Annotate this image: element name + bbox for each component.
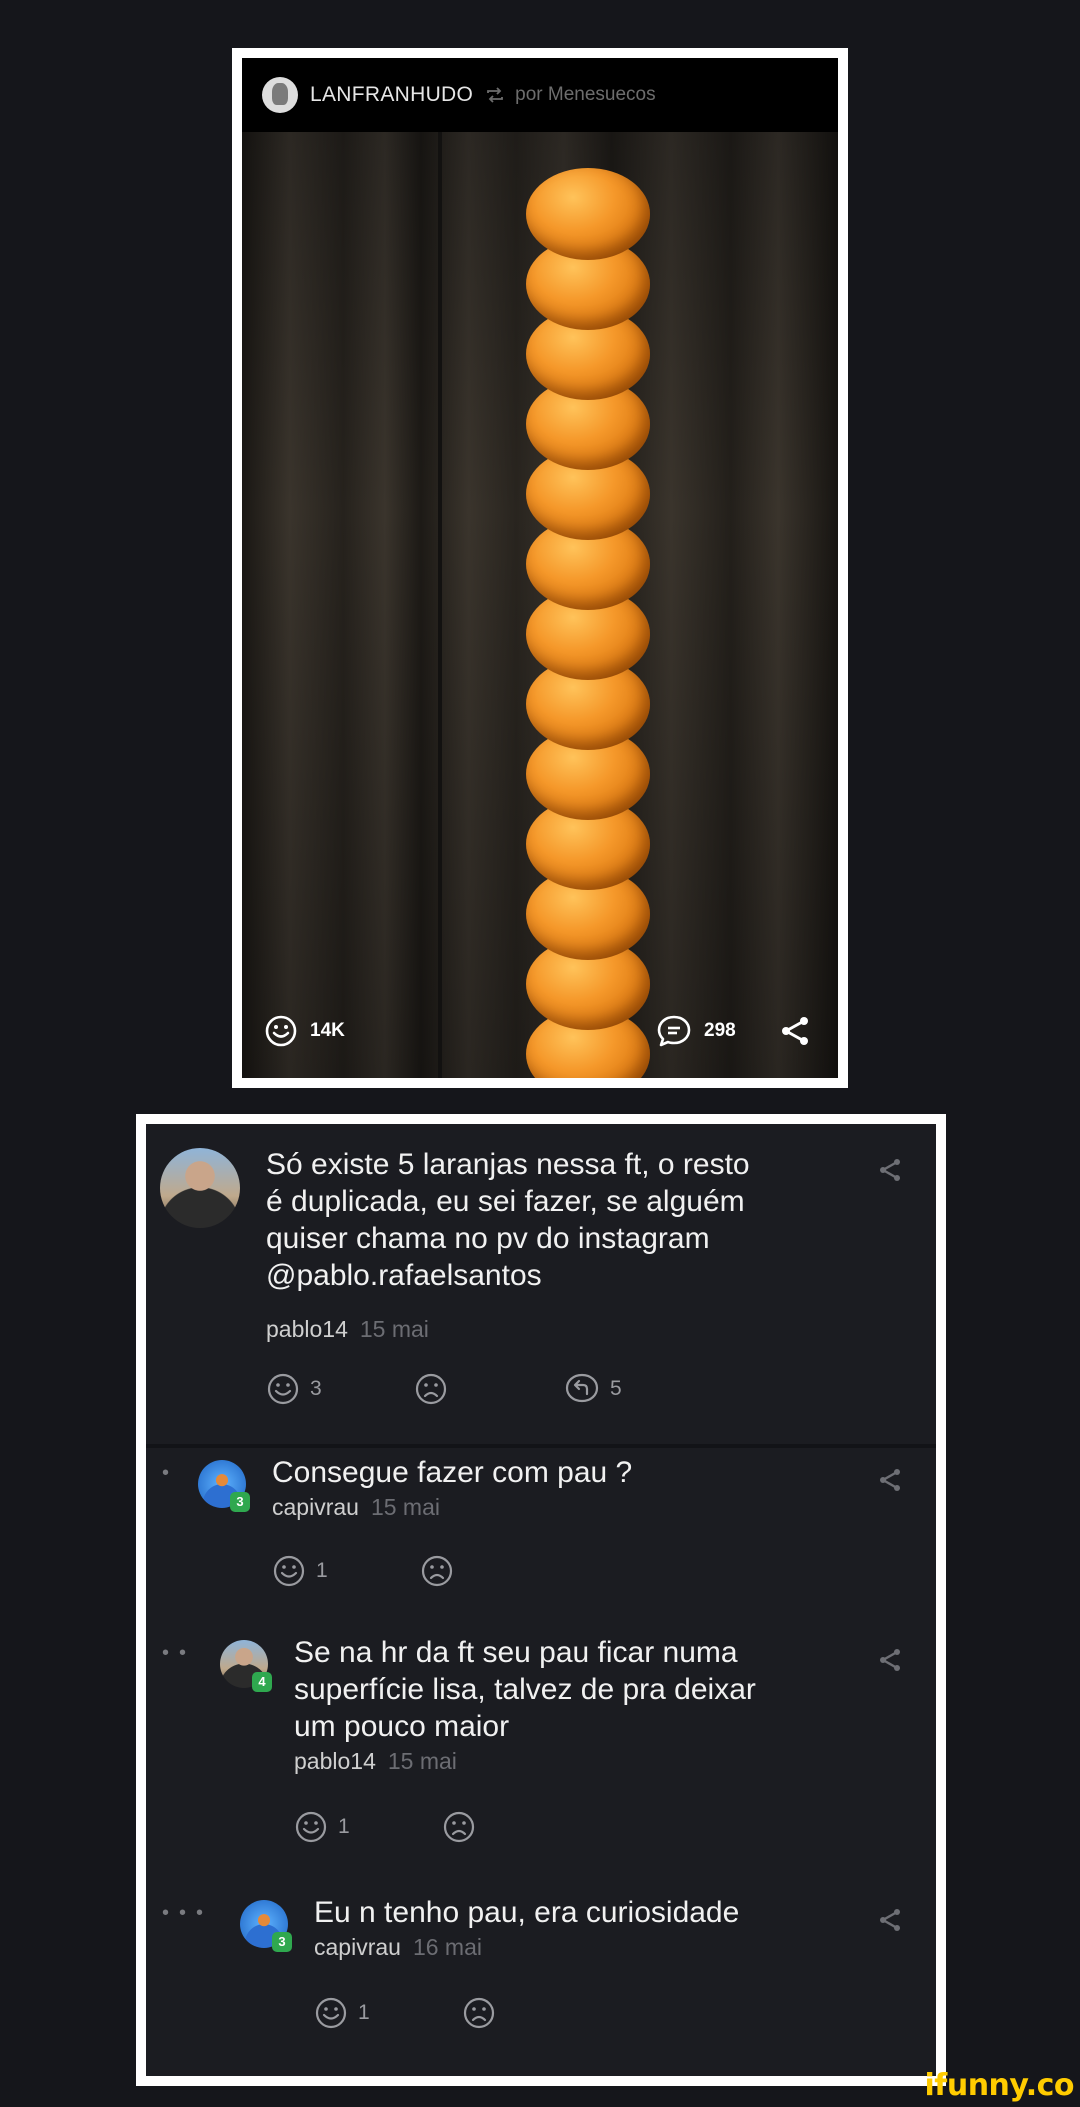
comment-line: quiser chama no pv do instagram bbox=[266, 1222, 710, 1255]
comment-item: Só existe 5 laranjas nessa ft, o resto é… bbox=[146, 1124, 936, 1444]
unsmile-icon bbox=[421, 1555, 453, 1587]
smile-count: 1 bbox=[338, 1815, 350, 1838]
unsmile-reaction[interactable] bbox=[442, 1810, 486, 1844]
level-badge: 3 bbox=[272, 1932, 292, 1952]
post-card: LANFRANHUDO por Menesuecos 14K 298 bbox=[232, 48, 848, 1088]
unsmile-reaction[interactable] bbox=[420, 1554, 464, 1588]
smile-icon bbox=[315, 1997, 347, 2029]
smile-icon bbox=[265, 1015, 297, 1047]
comment-icon bbox=[657, 1015, 691, 1047]
smile-reaction[interactable]: 1 bbox=[314, 1996, 370, 2030]
smile-count: 1 bbox=[316, 1559, 328, 1582]
unsmile-reaction[interactable] bbox=[414, 1372, 458, 1406]
thread-depth-indicator: • bbox=[162, 1462, 180, 1484]
comment-line: Eu n tenho pau, era curiosidade bbox=[314, 1896, 740, 1929]
share-icon bbox=[782, 1017, 808, 1045]
reply-item: •• 4 Se na hr da ft seu pau ficar numa s… bbox=[146, 1628, 936, 1888]
reply-item: ••• 3 Eu n tenho pau, era curiosidade ca… bbox=[146, 1888, 936, 2076]
comment-date: 15 mai bbox=[359, 1316, 429, 1342]
repost-icon bbox=[487, 87, 504, 103]
comment-count: 298 bbox=[704, 1020, 736, 1041]
author-username[interactable]: LANFRANHUDO bbox=[310, 83, 473, 107]
unsmile-reaction[interactable] bbox=[462, 1996, 506, 2030]
share-icon[interactable] bbox=[876, 1156, 904, 1184]
thread-depth-indicator: •• bbox=[162, 1642, 197, 1664]
comment-meta: capivrau 16 mai bbox=[314, 1934, 482, 1961]
comment-line: Só existe 5 laranjas nessa ft, o resto bbox=[266, 1148, 750, 1181]
smile-icon bbox=[273, 1555, 305, 1587]
avatar[interactable] bbox=[160, 1148, 240, 1228]
comment-username[interactable]: pablo14 bbox=[294, 1748, 376, 1774]
post-header: LANFRANHUDO por Menesuecos bbox=[242, 58, 838, 132]
comments-card: Só existe 5 laranjas nessa ft, o resto é… bbox=[136, 1114, 946, 2086]
author-avatar[interactable] bbox=[262, 77, 298, 113]
comment-username[interactable]: capivrau bbox=[272, 1494, 359, 1520]
comment-username[interactable]: capivrau bbox=[314, 1934, 401, 1960]
reply-button[interactable]: 5 bbox=[564, 1372, 622, 1406]
stacked-oranges bbox=[526, 168, 652, 1078]
comments-list: Só existe 5 laranjas nessa ft, o resto é… bbox=[146, 1124, 936, 2076]
reply-count: 5 bbox=[610, 1377, 622, 1400]
share-icon[interactable] bbox=[876, 1646, 904, 1674]
comment-text: Só existe 5 laranjas nessa ft, o resto é… bbox=[266, 1146, 866, 1294]
level-badge: 3 bbox=[230, 1492, 250, 1512]
curtain-seam bbox=[438, 132, 442, 1078]
comment-line: superfície lisa, talvez de pra deixar bbox=[294, 1673, 756, 1706]
smile-button[interactable]: 14K bbox=[264, 1014, 345, 1048]
comment-username[interactable]: pablo14 bbox=[266, 1316, 348, 1342]
comment-line: Consegue fazer com pau ? bbox=[272, 1456, 633, 1489]
unsmile-icon bbox=[443, 1811, 475, 1843]
smile-count: 3 bbox=[310, 1377, 322, 1400]
smile-icon bbox=[267, 1373, 299, 1405]
level-badge: 4 bbox=[252, 1672, 272, 1692]
comment-line: um pouco maior bbox=[294, 1710, 510, 1743]
comment-date: 15 mai bbox=[370, 1494, 440, 1520]
comment-text: Eu n tenho pau, era curiosidade bbox=[314, 1894, 834, 1931]
smile-count: 1 bbox=[358, 2001, 370, 2024]
thread-depth-indicator: ••• bbox=[162, 1902, 214, 1924]
orange bbox=[526, 168, 650, 260]
comments-button[interactable]: 298 bbox=[656, 1014, 736, 1048]
comment-date: 16 mai bbox=[412, 1934, 482, 1960]
reposted-by[interactable]: por Menesuecos bbox=[515, 84, 655, 106]
share-button[interactable] bbox=[778, 1014, 824, 1048]
reply-item: • 3 Consegue fazer com pau ? capivrau 15 … bbox=[146, 1448, 936, 1628]
smile-reaction[interactable]: 1 bbox=[272, 1554, 328, 1588]
smile-count: 14K bbox=[310, 1020, 345, 1041]
smile-reaction[interactable]: 1 bbox=[294, 1810, 350, 1844]
reply-icon bbox=[565, 1373, 599, 1403]
comment-line: é duplicada, eu sei fazer, se alguém bbox=[266, 1185, 745, 1218]
post-content: LANFRANHUDO por Menesuecos 14K 298 bbox=[242, 58, 838, 1078]
smile-icon bbox=[295, 1811, 327, 1843]
comment-text: Consegue fazer com pau ? bbox=[272, 1454, 832, 1491]
comment-text: Se na hr da ft seu pau ficar numa superf… bbox=[294, 1634, 834, 1745]
comment-date: 15 mai bbox=[387, 1748, 457, 1774]
post-image[interactable] bbox=[242, 132, 838, 1078]
share-icon[interactable] bbox=[876, 1466, 904, 1494]
comment-line: Se na hr da ft seu pau ficar numa bbox=[294, 1636, 738, 1669]
smile-reaction[interactable]: 3 bbox=[266, 1372, 322, 1406]
share-icon[interactable] bbox=[876, 1906, 904, 1934]
comment-line: @pablo.rafaelsantos bbox=[266, 1259, 542, 1292]
comment-meta: capivrau 15 mai bbox=[272, 1494, 440, 1521]
comment-meta: pablo14 15 mai bbox=[266, 1316, 429, 1343]
comment-meta: pablo14 15 mai bbox=[294, 1748, 457, 1775]
unsmile-icon bbox=[463, 1997, 495, 2029]
unsmile-icon bbox=[415, 1373, 447, 1405]
ifunny-watermark: ifunny.co bbox=[924, 2068, 1075, 2103]
